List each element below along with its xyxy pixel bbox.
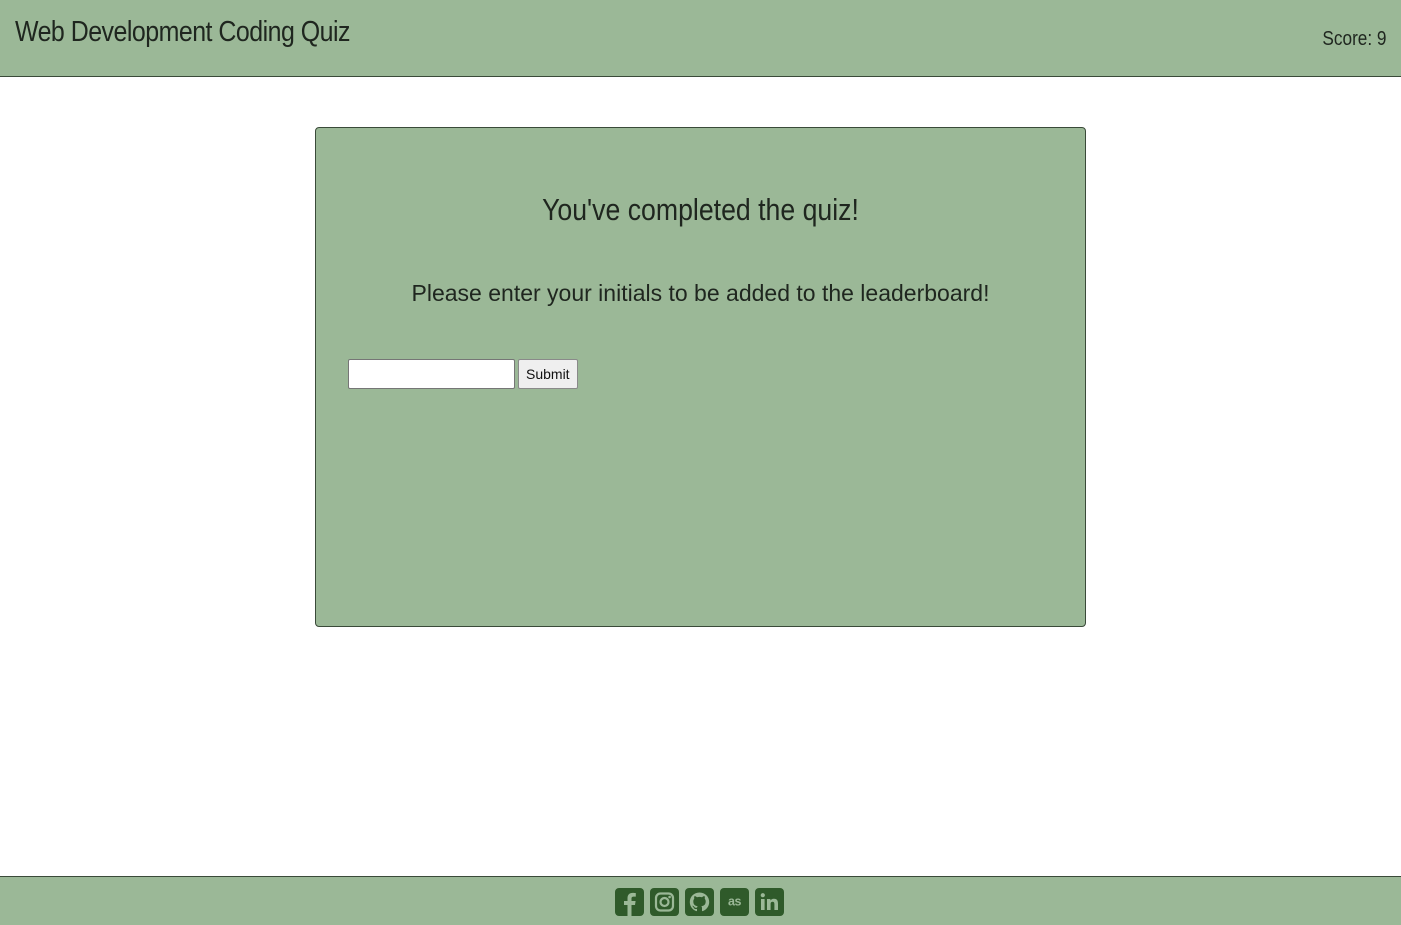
svg-text:as: as [728, 895, 741, 909]
facebook-icon[interactable] [615, 888, 644, 916]
github-icon[interactable] [685, 888, 714, 916]
lastfm-icon[interactable]: as [720, 888, 749, 916]
quiz-complete-card: You've completed the quiz! Please enter … [315, 127, 1086, 627]
linkedin-icon[interactable] [755, 888, 784, 916]
submit-button[interactable]: Submit [518, 358, 578, 389]
instagram-icon[interactable] [650, 888, 679, 916]
social-links: as [615, 888, 784, 916]
initials-form: Submit [348, 358, 578, 389]
initials-input[interactable] [348, 358, 515, 389]
leaderboard-instruction: Please enter your initials to be added t… [411, 280, 990, 306]
score-display: Score: 9 [1321, 28, 1386, 50]
site-title: Web Development Coding Quiz [15, 16, 350, 48]
completion-heading: You've completed the quiz! [542, 192, 859, 227]
footer-bar: as [0, 876, 1401, 925]
header-bar: Web Development Coding Quiz Score: 9 [0, 0, 1401, 77]
